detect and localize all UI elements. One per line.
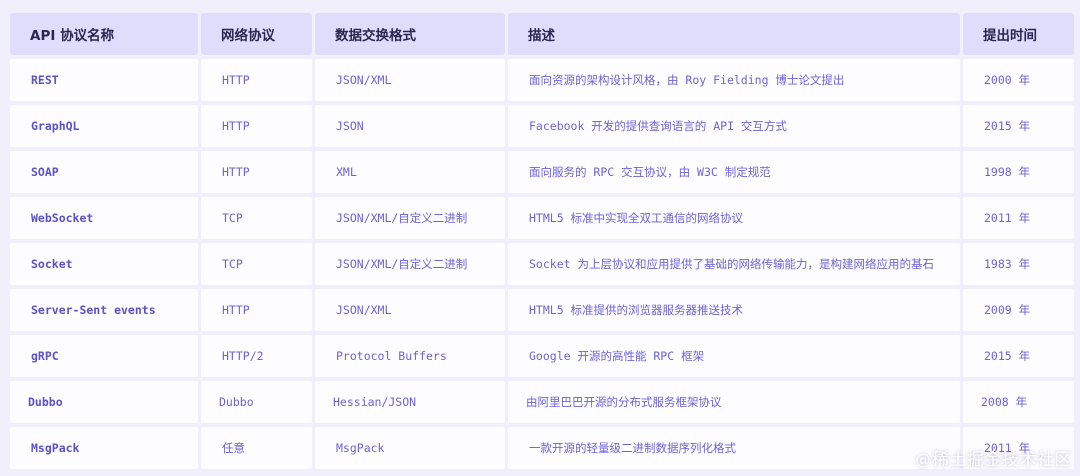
- cell-data-format: JSON/XML/自定义二进制: [315, 197, 505, 239]
- cell-api-name: REST: [10, 59, 198, 101]
- cell-api-name: WebSocket: [10, 197, 198, 239]
- header-network-protocol: 网络协议: [201, 13, 312, 55]
- table-row: gRPC HTTP/2 Protocol Buffers Google 开源的高…: [10, 335, 1074, 377]
- cell-api-name: gRPC: [10, 335, 198, 377]
- cell-description: 面向资源的架构设计风格，由 Roy Fielding 博士论文提出: [508, 59, 960, 101]
- watermark-at-symbol: @: [915, 451, 931, 469]
- cell-description: HTML5 标准提供的浏览器服务器推送技术: [508, 289, 960, 331]
- cell-api-name: Socket: [10, 243, 198, 285]
- cell-data-format: Protocol Buffers: [315, 335, 505, 377]
- cell-proposed-year: 2009 年: [963, 289, 1074, 331]
- table-row: Server-Sent events HTTP JSON/XML HTML5 标…: [10, 289, 1074, 331]
- cell-description: Facebook 开发的提供查询语言的 API 交互方式: [508, 105, 960, 147]
- api-protocol-table: API 协议名称 网络协议 数据交换格式 描述 提出时间 REST HTTP J…: [7, 9, 1077, 473]
- table-header-row: API 协议名称 网络协议 数据交换格式 描述 提出时间: [10, 13, 1074, 55]
- cell-data-format: Hessian/JSON: [315, 381, 505, 423]
- header-data-format: 数据交换格式: [315, 13, 505, 55]
- cell-network-protocol: HTTP: [201, 151, 312, 193]
- watermark-text: 稀土掘金技术社区: [932, 450, 1072, 470]
- cell-proposed-year: 1983 年: [963, 243, 1074, 285]
- header-proposed-year: 提出时间: [963, 13, 1074, 55]
- cell-data-format: JSON: [315, 105, 505, 147]
- table-row: Socket TCP JSON/XML/自定义二进制 Socket 为上层协议和…: [10, 243, 1074, 285]
- cell-data-format: JSON/XML: [315, 289, 505, 331]
- table-row: REST HTTP JSON/XML 面向资源的架构设计风格，由 Roy Fie…: [10, 59, 1074, 101]
- header-description: 描述: [508, 13, 960, 55]
- cell-network-protocol: TCP: [201, 197, 312, 239]
- cell-data-format: MsgPack: [315, 427, 505, 469]
- cell-proposed-year: 2008 年: [963, 381, 1074, 423]
- cell-network-protocol: HTTP: [201, 105, 312, 147]
- table-row: SOAP HTTP XML 面向服务的 RPC 交互协议，由 W3C 制定规范 …: [10, 151, 1074, 193]
- cell-network-protocol: 任意: [201, 427, 312, 469]
- cell-network-protocol: HTTP: [201, 289, 312, 331]
- cell-data-format: XML: [315, 151, 505, 193]
- juejin-watermark: @稀土掘金技术社区: [916, 445, 1073, 470]
- cell-proposed-year: 2011 年: [963, 197, 1074, 239]
- cell-network-protocol: TCP: [201, 243, 312, 285]
- cell-api-name: MsgPack: [10, 427, 198, 469]
- table-row: Dubbo Dubbo Hessian/JSON 由阿里巴巴开源的分布式服务框架…: [10, 381, 1074, 423]
- cell-api-name: GraphQL: [10, 105, 198, 147]
- table-row: WebSocket TCP JSON/XML/自定义二进制 HTML5 标准中实…: [10, 197, 1074, 239]
- header-api-name: API 协议名称: [10, 13, 198, 55]
- cell-data-format: JSON/XML: [315, 59, 505, 101]
- cell-api-name: Server-Sent events: [10, 289, 198, 331]
- table-row: GraphQL HTTP JSON Facebook 开发的提供查询语言的 AP…: [10, 105, 1074, 147]
- cell-description: 面向服务的 RPC 交互协议，由 W3C 制定规范: [508, 151, 960, 193]
- cell-proposed-year: 2000 年: [963, 59, 1074, 101]
- cell-network-protocol: HTTP: [201, 59, 312, 101]
- table-row: MsgPack 任意 MsgPack 一款开源的轻量级二进制数据序列化格式 20…: [10, 427, 1074, 469]
- cell-description: 由阿里巴巴开源的分布式服务框架协议: [508, 381, 960, 423]
- cell-proposed-year: 2015 年: [963, 335, 1074, 377]
- cell-network-protocol: HTTP/2: [201, 335, 312, 377]
- cell-description: Google 开源的高性能 RPC 框架: [508, 335, 960, 377]
- page: API 协议名称 网络协议 数据交换格式 描述 提出时间 REST HTTP J…: [0, 0, 1080, 476]
- cell-api-name: SOAP: [10, 151, 198, 193]
- cell-api-name: Dubbo: [10, 381, 198, 423]
- cell-description: HTML5 标准中实现全双工通信的网络协议: [508, 197, 960, 239]
- cell-proposed-year: 2015 年: [963, 105, 1074, 147]
- cell-data-format: JSON/XML/自定义二进制: [315, 243, 505, 285]
- cell-proposed-year: 1998 年: [963, 151, 1074, 193]
- cell-description: Socket 为上层协议和应用提供了基础的网络传输能力，是构建网络应用的基石: [508, 243, 960, 285]
- cell-description: 一款开源的轻量级二进制数据序列化格式: [508, 427, 960, 469]
- cell-network-protocol: Dubbo: [201, 381, 312, 423]
